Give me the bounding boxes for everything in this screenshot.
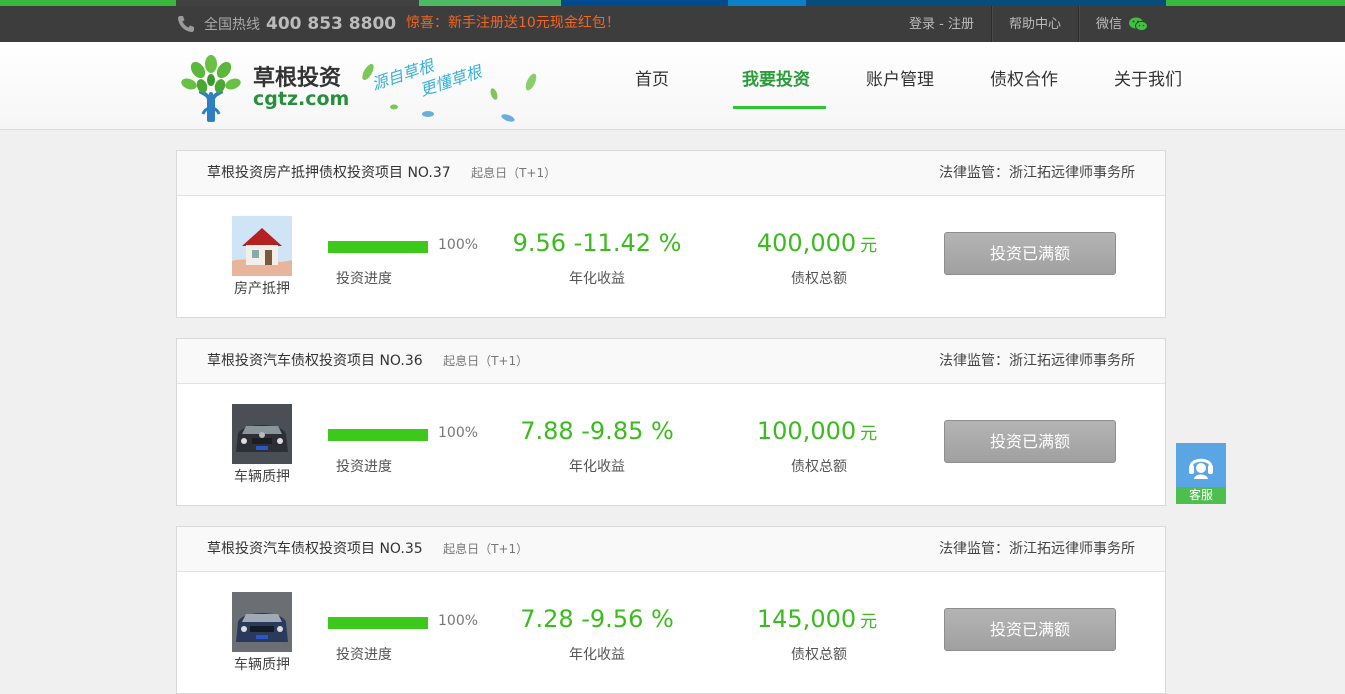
annual-rate-label: 年化收益	[569, 459, 625, 475]
progress-label: 投资进度	[336, 271, 392, 287]
total-amount: 100,000 元	[717, 417, 917, 445]
annual-rate: 7.28 -9.56 %	[520, 605, 674, 633]
progress-label: 投资进度	[336, 647, 392, 663]
site-header: 草根投资 cgtz.com 源自草根 更懂草根 首页 我要投资 账户管理 债权合…	[0, 42, 1345, 130]
project-card-header: 草根投资汽车债权投资项目 NO.36 起息日（T+1） 法律监管：浙江拓远律师事…	[177, 339, 1165, 384]
logo-tree-icon[interactable]	[176, 52, 246, 122]
interest-date: 起息日（T+1）	[443, 354, 529, 368]
customer-service-label: 客服	[1176, 487, 1226, 504]
legal-supervision: 法律监管：浙江拓远律师事务所	[939, 541, 1135, 557]
interest-date: 起息日（T+1）	[443, 542, 529, 556]
collateral-type: 车辆质押	[234, 657, 290, 673]
progress-bar	[328, 429, 428, 441]
hotline-number: 400 853 8800	[266, 14, 397, 34]
total-amount-label: 债权总额	[791, 459, 847, 475]
hotline-label: 全国热线	[204, 17, 260, 33]
annual-rate-label: 年化收益	[569, 647, 625, 663]
annual-rate: 7.88 -9.85 %	[520, 417, 674, 445]
progress-bar	[328, 241, 428, 253]
project-title[interactable]: 草根投资汽车债权投资项目 NO.36	[207, 353, 423, 369]
nav-home[interactable]: 首页	[590, 42, 714, 129]
progress-percent: 100%	[438, 237, 479, 253]
interest-date: 起息日（T+1）	[471, 166, 557, 180]
invest-full-button[interactable]: 投资已满额	[944, 232, 1116, 275]
legal-supervision: 法律监管：浙江拓远律师事务所	[939, 165, 1135, 181]
project-card: 草根投资房产抵押债权投资项目 NO.37 起息日（T+1） 法律监管：浙江拓远律…	[176, 150, 1166, 318]
wechat-label: 微信	[1095, 16, 1122, 32]
car-icon	[232, 592, 292, 652]
help-center-link[interactable]: 帮助中心	[990, 6, 1078, 42]
total-amount-value: 100,000	[756, 417, 857, 445]
nav-about[interactable]: 关于我们	[1086, 42, 1210, 129]
phone-icon	[178, 16, 194, 32]
wechat-link[interactable]: 微信	[1077, 6, 1165, 42]
total-amount-label: 债权总额	[791, 271, 847, 287]
car-icon	[232, 404, 292, 464]
collateral-type: 房产抵押	[234, 281, 290, 297]
wechat-icon	[1129, 17, 1148, 32]
amount-unit: 元	[860, 424, 878, 444]
progress-percent: 100%	[438, 425, 479, 441]
project-title-row: 草根投资房产抵押债权投资项目 NO.37 起息日（T+1）	[207, 151, 556, 195]
progress-percent: 100%	[438, 613, 479, 629]
nav-account[interactable]: 账户管理	[838, 42, 962, 129]
project-card: 草根投资汽车债权投资项目 NO.36 起息日（T+1） 法律监管：浙江拓远律师事…	[176, 338, 1166, 506]
total-amount-value: 400,000	[756, 229, 857, 257]
total-amount-value: 145,000	[756, 605, 857, 633]
project-card: 草根投资汽车债权投资项目 NO.35 起息日（T+1） 法律监管：浙江拓远律师事…	[176, 526, 1166, 694]
customer-service-widget[interactable]: 客服	[1176, 443, 1226, 504]
nav-cooperation[interactable]: 债权合作	[962, 42, 1086, 129]
project-card-header: 草根投资房产抵押债权投资项目 NO.37 起息日（T+1） 法律监管：浙江拓远律…	[177, 151, 1165, 196]
invest-full-button[interactable]: 投资已满额	[944, 420, 1116, 463]
house-icon	[232, 216, 292, 276]
progress-bar	[328, 617, 428, 629]
hotline: 全国热线 400 853 8800	[176, 6, 396, 42]
amount-unit: 元	[860, 612, 878, 632]
top-bar: 全国热线 400 853 8800 惊喜：新手注册送10元现金红包！ 登录 - …	[0, 6, 1345, 42]
main-nav: 首页 我要投资 账户管理 债权合作 关于我们	[590, 42, 1210, 129]
total-amount: 400,000 元	[717, 229, 917, 257]
total-amount: 145,000 元	[717, 605, 917, 633]
project-title-row: 草根投资汽车债权投资项目 NO.35 起息日（T+1）	[207, 527, 528, 571]
project-card-header: 草根投资汽车债权投资项目 NO.35 起息日（T+1） 法律监管：浙江拓远律师事…	[177, 527, 1165, 572]
invest-full-button[interactable]: 投资已满额	[944, 608, 1116, 651]
collateral-type: 车辆质押	[234, 469, 290, 485]
total-amount-label: 债权总额	[791, 647, 847, 663]
amount-unit: 元	[860, 236, 878, 256]
login-register-link[interactable]: 登录 - 注册	[892, 6, 991, 42]
nav-invest[interactable]: 我要投资	[714, 42, 838, 129]
project-title-row: 草根投资汽车债权投资项目 NO.36 起息日（T+1）	[207, 339, 528, 383]
legal-supervision: 法律监管：浙江拓远律师事务所	[939, 353, 1135, 369]
annual-rate: 9.56 -11.42 %	[512, 229, 682, 257]
annual-rate-label: 年化收益	[569, 271, 625, 287]
progress-label: 投资进度	[336, 459, 392, 475]
slogan-graphic: 源自草根 更懂草根	[362, 55, 537, 122]
top-links: 登录 - 注册 帮助中心 微信	[892, 6, 1165, 42]
project-title[interactable]: 草根投资汽车债权投资项目 NO.35	[207, 541, 423, 557]
brand-domain[interactable]: cgtz.com	[253, 88, 349, 110]
project-title[interactable]: 草根投资房产抵押债权投资项目 NO.37	[207, 165, 451, 181]
help-center-label: 帮助中心	[1008, 16, 1061, 32]
login-register-label: 登录 - 注册	[909, 16, 974, 32]
headset-icon	[1189, 458, 1213, 479]
promo-text[interactable]: 惊喜：新手注册送10元现金红包！	[406, 6, 620, 42]
